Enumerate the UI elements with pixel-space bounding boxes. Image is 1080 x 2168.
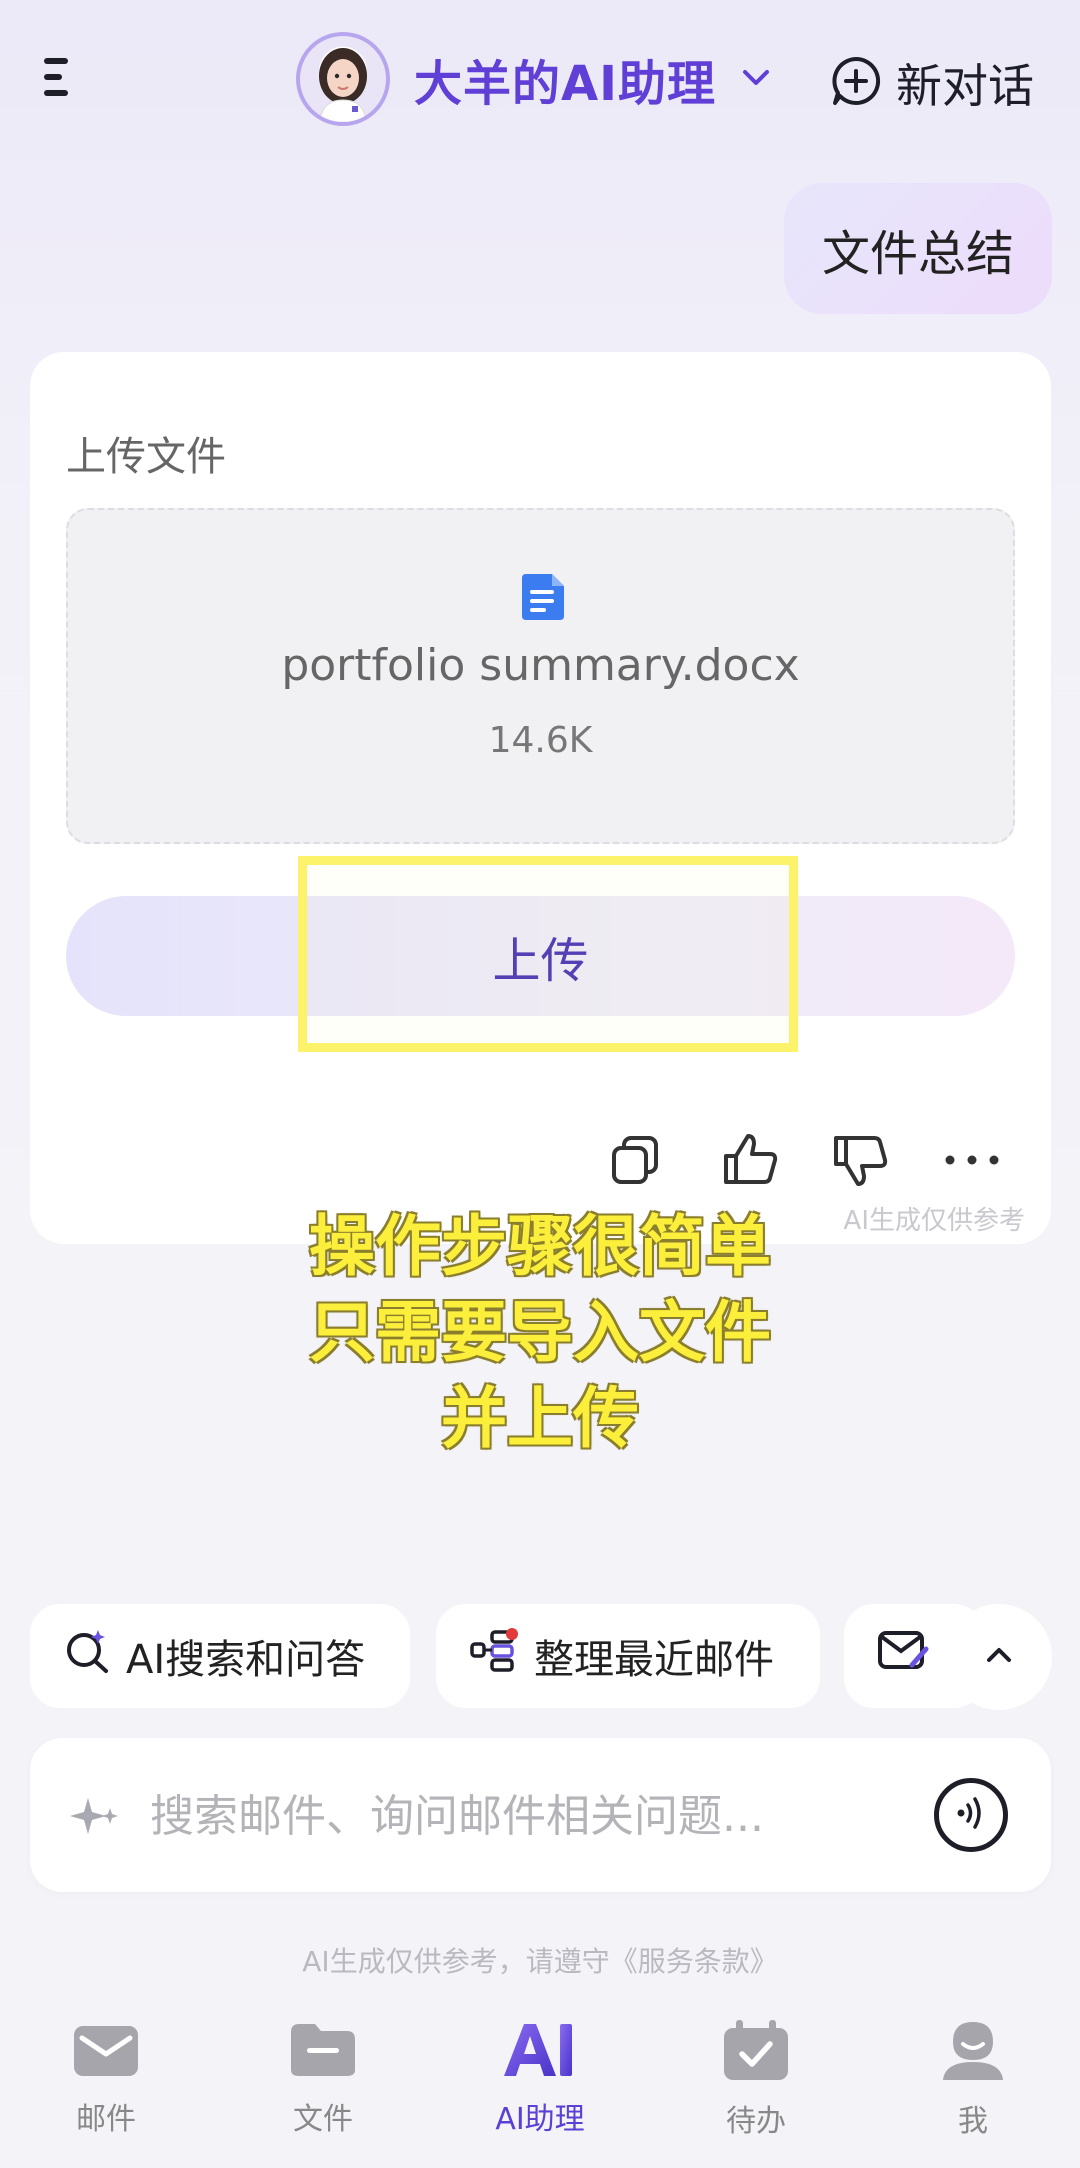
chat-input-box bbox=[30, 1738, 1051, 1892]
file-size: 14.6K bbox=[488, 720, 593, 761]
upload-card: 上传文件 portfolio summary.docx 14.6K 上传 AI生… bbox=[30, 352, 1051, 1244]
nav-item-ai-assistant[interactable]: AI助理 bbox=[460, 2020, 620, 2138]
voice-icon bbox=[951, 1793, 991, 1837]
user-message-bubble: 文件总结 bbox=[783, 183, 1052, 314]
chip-label: 整理最近邮件 bbox=[534, 1637, 774, 1683]
chevron-down-icon[interactable] bbox=[742, 68, 770, 92]
collapse-chips-button[interactable] bbox=[946, 1604, 1052, 1710]
chip-ai-search[interactable]: AI搜索和问答 bbox=[30, 1604, 410, 1708]
caption-line: 并上传 bbox=[441, 1380, 639, 1457]
sparkle-icon bbox=[66, 1788, 122, 1848]
nav-item-todo[interactable]: 待办 bbox=[676, 2020, 836, 2140]
nav-label: AI助理 bbox=[495, 2102, 585, 2137]
nav-label: 邮件 bbox=[76, 2102, 136, 2137]
add-chat-icon bbox=[830, 55, 882, 111]
file-name: portfolio summary.docx bbox=[281, 640, 800, 691]
nav-label: 我 bbox=[958, 2104, 988, 2139]
copy-icon[interactable] bbox=[606, 1130, 666, 1190]
file-preview[interactable]: portfolio summary.docx 14.6K bbox=[66, 508, 1015, 844]
assistant-title[interactable]: 大羊的AI助理 bbox=[414, 44, 716, 114]
mail-icon bbox=[72, 2020, 140, 2084]
nav-item-mail[interactable]: 邮件 bbox=[26, 2020, 186, 2138]
document-icon bbox=[520, 572, 568, 622]
more-icon[interactable] bbox=[942, 1130, 1002, 1190]
calendar-check-icon bbox=[722, 2020, 790, 2086]
compose-mail-icon bbox=[878, 1629, 930, 1683]
folder-icon bbox=[289, 2020, 357, 2084]
highlight-box bbox=[298, 856, 798, 1052]
thumbs-up-icon[interactable] bbox=[720, 1130, 780, 1190]
menu-icon[interactable] bbox=[44, 58, 74, 102]
nav-label: 待办 bbox=[726, 2104, 786, 2139]
organize-mail-icon bbox=[470, 1628, 518, 1684]
caption-line: 操作步骤很简单 bbox=[309, 1208, 771, 1285]
search-sparkle-icon bbox=[64, 1628, 110, 1684]
bottom-nav: 邮件 文件 AI助理 待办 我 bbox=[0, 2020, 1080, 2168]
new-chat-label: 新对话 bbox=[896, 59, 1034, 113]
assistant-avatar[interactable] bbox=[296, 32, 390, 126]
nav-item-files[interactable]: 文件 bbox=[243, 2020, 403, 2138]
ai-icon bbox=[502, 2020, 578, 2084]
footer-disclaimer: AI生成仅供参考，请遵守《服务条款》 bbox=[302, 1945, 778, 1978]
chip-label: AI搜索和问答 bbox=[126, 1637, 366, 1683]
thumbs-down-icon[interactable] bbox=[830, 1130, 890, 1190]
chat-input[interactable] bbox=[148, 1770, 872, 1862]
chip-organize-mail[interactable]: 整理最近邮件 bbox=[436, 1604, 820, 1708]
chevron-up-icon bbox=[986, 1646, 1012, 1668]
profile-icon bbox=[939, 2020, 1007, 2086]
voice-input-button[interactable] bbox=[934, 1778, 1008, 1852]
overlay-caption: 操作步骤很简单 只需要导入文件 并上传 bbox=[0, 1204, 1080, 1462]
nav-item-me[interactable]: 我 bbox=[893, 2020, 1053, 2140]
new-chat-button[interactable]: 新对话 bbox=[830, 50, 1034, 116]
caption-line: 只需要导入文件 bbox=[309, 1294, 771, 1371]
nav-label: 文件 bbox=[293, 2102, 353, 2137]
upload-file-label: 上传文件 bbox=[66, 434, 226, 480]
